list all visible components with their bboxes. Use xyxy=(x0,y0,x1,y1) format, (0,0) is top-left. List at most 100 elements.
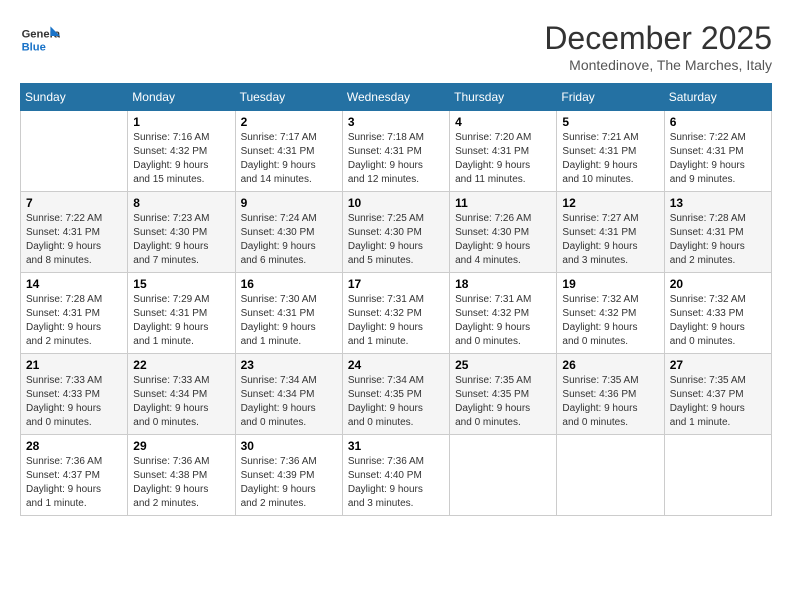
title-block: December 2025 Montedinove, The Marches, … xyxy=(544,20,772,73)
day-info: Sunrise: 7:26 AM Sunset: 4:30 PM Dayligh… xyxy=(455,212,551,268)
calendar-cell: 11 Sunrise: 7:26 AM Sunset: 4:30 PM Dayli… xyxy=(450,192,557,273)
week-row-3: 14 Sunrise: 7:28 AM Sunset: 4:31 PM Dayli… xyxy=(21,273,772,354)
day-info: Sunrise: 7:29 AM Sunset: 4:31 PM Dayligh… xyxy=(133,293,229,349)
day-number: 9 xyxy=(241,196,337,210)
calendar-cell: 18 Sunrise: 7:31 AM Sunset: 4:32 PM Dayli… xyxy=(450,273,557,354)
calendar-cell: 12Sunrise: 7:27 AM Sunset: 4:31 PM Dayli… xyxy=(557,192,664,273)
svg-text:Blue: Blue xyxy=(22,41,46,53)
day-number: 31 xyxy=(348,439,444,453)
calendar-cell: 24 Sunrise: 7:34 AM Sunset: 4:35 PM Dayli… xyxy=(342,354,449,435)
location-title: Montedinove, The Marches, Italy xyxy=(544,57,772,73)
day-info: Sunrise: 7:24 AM Sunset: 4:30 PM Dayligh… xyxy=(241,212,337,268)
day-number: 10 xyxy=(348,196,444,210)
day-info: Sunrise: 7:34 AM Sunset: 4:35 PM Dayligh… xyxy=(348,374,444,430)
day-info: Sunrise: 7:20 AM Sunset: 4:31 PM Dayligh… xyxy=(455,131,551,187)
day-info: Sunrise: 7:35 AM Sunset: 4:35 PM Dayligh… xyxy=(455,374,551,430)
calendar-cell: 19 Sunrise: 7:32 AM Sunset: 4:32 PM Dayli… xyxy=(557,273,664,354)
day-info: Sunrise: 7:16 AM Sunset: 4:32 PM Dayligh… xyxy=(133,131,229,187)
day-info: Sunrise: 7:18 AM Sunset: 4:31 PM Dayligh… xyxy=(348,131,444,187)
day-number: 27 xyxy=(670,358,766,372)
logo: General Blue xyxy=(20,20,64,60)
day-info: Sunrise: 7:17 AM Sunset: 4:31 PM Dayligh… xyxy=(241,131,337,187)
day-info: Sunrise: 7:23 AM Sunset: 4:30 PM Dayligh… xyxy=(133,212,229,268)
day-number: 14 xyxy=(26,277,122,291)
calendar-cell: 22Sunrise: 7:33 AM Sunset: 4:34 PM Dayli… xyxy=(128,354,235,435)
calendar-cell xyxy=(664,435,771,516)
day-number: 30 xyxy=(241,439,337,453)
day-number: 8 xyxy=(133,196,229,210)
day-info: Sunrise: 7:36 AM Sunset: 4:39 PM Dayligh… xyxy=(241,455,337,511)
day-info: Sunrise: 7:34 AM Sunset: 4:34 PM Dayligh… xyxy=(241,374,337,430)
weekday-header-friday: Friday xyxy=(557,84,664,111)
day-number: 18 xyxy=(455,277,551,291)
day-info: Sunrise: 7:33 AM Sunset: 4:34 PM Dayligh… xyxy=(133,374,229,430)
day-number: 28 xyxy=(26,439,122,453)
day-info: Sunrise: 7:36 AM Sunset: 4:38 PM Dayligh… xyxy=(133,455,229,511)
page-header: General Blue December 2025 Montedinove, … xyxy=(20,20,772,73)
calendar-cell: 10 Sunrise: 7:25 AM Sunset: 4:30 PM Dayli… xyxy=(342,192,449,273)
day-info: Sunrise: 7:33 AM Sunset: 4:33 PM Dayligh… xyxy=(26,374,122,430)
calendar-cell: 25 Sunrise: 7:35 AM Sunset: 4:35 PM Dayli… xyxy=(450,354,557,435)
calendar-cell: 8 Sunrise: 7:23 AM Sunset: 4:30 PM Daylig… xyxy=(128,192,235,273)
day-number: 13 xyxy=(670,196,766,210)
calendar-cell: 30 Sunrise: 7:36 AM Sunset: 4:39 PM Dayli… xyxy=(235,435,342,516)
day-number: 15 xyxy=(133,277,229,291)
day-info: Sunrise: 7:32 AM Sunset: 4:33 PM Dayligh… xyxy=(670,293,766,349)
weekday-header-sunday: Sunday xyxy=(21,84,128,111)
day-number: 17 xyxy=(348,277,444,291)
calendar-cell: 21Sunrise: 7:33 AM Sunset: 4:33 PM Dayli… xyxy=(21,354,128,435)
day-info: Sunrise: 7:36 AM Sunset: 4:37 PM Dayligh… xyxy=(26,455,122,511)
day-number: 25 xyxy=(455,358,551,372)
weekday-header-tuesday: Tuesday xyxy=(235,84,342,111)
day-info: Sunrise: 7:27 AM Sunset: 4:31 PM Dayligh… xyxy=(562,212,658,268)
calendar-cell: 14 Sunrise: 7:28 AM Sunset: 4:31 PM Dayli… xyxy=(21,273,128,354)
day-info: Sunrise: 7:28 AM Sunset: 4:31 PM Dayligh… xyxy=(26,293,122,349)
weekday-header-row: SundayMondayTuesdayWednesdayThursdayFrid… xyxy=(21,84,772,111)
calendar-cell xyxy=(21,111,128,192)
calendar-cell: 23Sunrise: 7:34 AM Sunset: 4:34 PM Dayli… xyxy=(235,354,342,435)
calendar-cell: 31 Sunrise: 7:36 AM Sunset: 4:40 PM Dayli… xyxy=(342,435,449,516)
day-number: 19 xyxy=(562,277,658,291)
calendar-cell: 29 Sunrise: 7:36 AM Sunset: 4:38 PM Dayli… xyxy=(128,435,235,516)
week-row-2: 7Sunrise: 7:22 AM Sunset: 4:31 PM Daylig… xyxy=(21,192,772,273)
calendar-cell: 26 Sunrise: 7:35 AM Sunset: 4:36 PM Dayli… xyxy=(557,354,664,435)
month-title: December 2025 xyxy=(544,20,772,57)
day-info: Sunrise: 7:31 AM Sunset: 4:32 PM Dayligh… xyxy=(348,293,444,349)
calendar-cell xyxy=(450,435,557,516)
week-row-5: 28 Sunrise: 7:36 AM Sunset: 4:37 PM Dayli… xyxy=(21,435,772,516)
day-info: Sunrise: 7:30 AM Sunset: 4:31 PM Dayligh… xyxy=(241,293,337,349)
day-number: 26 xyxy=(562,358,658,372)
calendar-cell: 27 Sunrise: 7:35 AM Sunset: 4:37 PM Dayli… xyxy=(664,354,771,435)
week-row-1: 1Sunrise: 7:16 AM Sunset: 4:32 PM Daylig… xyxy=(21,111,772,192)
day-info: Sunrise: 7:31 AM Sunset: 4:32 PM Dayligh… xyxy=(455,293,551,349)
weekday-header-monday: Monday xyxy=(128,84,235,111)
weekday-header-thursday: Thursday xyxy=(450,84,557,111)
day-number: 20 xyxy=(670,277,766,291)
calendar-cell: 28 Sunrise: 7:36 AM Sunset: 4:37 PM Dayli… xyxy=(21,435,128,516)
day-number: 29 xyxy=(133,439,229,453)
calendar-cell: 9 Sunrise: 7:24 AM Sunset: 4:30 PM Daylig… xyxy=(235,192,342,273)
day-info: Sunrise: 7:28 AM Sunset: 4:31 PM Dayligh… xyxy=(670,212,766,268)
calendar-cell: 15 Sunrise: 7:29 AM Sunset: 4:31 PM Dayli… xyxy=(128,273,235,354)
day-number: 5 xyxy=(562,115,658,129)
day-info: Sunrise: 7:36 AM Sunset: 4:40 PM Dayligh… xyxy=(348,455,444,511)
weekday-header-saturday: Saturday xyxy=(664,84,771,111)
day-number: 11 xyxy=(455,196,551,210)
day-info: Sunrise: 7:35 AM Sunset: 4:36 PM Dayligh… xyxy=(562,374,658,430)
calendar-cell: 16 Sunrise: 7:30 AM Sunset: 4:31 PM Dayli… xyxy=(235,273,342,354)
calendar-cell: 5 Sunrise: 7:21 AM Sunset: 4:31 PM Daylig… xyxy=(557,111,664,192)
day-info: Sunrise: 7:25 AM Sunset: 4:30 PM Dayligh… xyxy=(348,212,444,268)
day-number: 4 xyxy=(455,115,551,129)
day-number: 16 xyxy=(241,277,337,291)
day-number: 3 xyxy=(348,115,444,129)
day-info: Sunrise: 7:21 AM Sunset: 4:31 PM Dayligh… xyxy=(562,131,658,187)
day-info: Sunrise: 7:35 AM Sunset: 4:37 PM Dayligh… xyxy=(670,374,766,430)
calendar-cell: 13 Sunrise: 7:28 AM Sunset: 4:31 PM Dayli… xyxy=(664,192,771,273)
day-info: Sunrise: 7:22 AM Sunset: 4:31 PM Dayligh… xyxy=(670,131,766,187)
calendar-cell: 17 Sunrise: 7:31 AM Sunset: 4:32 PM Dayli… xyxy=(342,273,449,354)
day-info: Sunrise: 7:32 AM Sunset: 4:32 PM Dayligh… xyxy=(562,293,658,349)
day-number: 24 xyxy=(348,358,444,372)
week-row-4: 21Sunrise: 7:33 AM Sunset: 4:33 PM Dayli… xyxy=(21,354,772,435)
calendar-cell: 20 Sunrise: 7:32 AM Sunset: 4:33 PM Dayli… xyxy=(664,273,771,354)
calendar-cell: 2Sunrise: 7:17 AM Sunset: 4:31 PM Daylig… xyxy=(235,111,342,192)
